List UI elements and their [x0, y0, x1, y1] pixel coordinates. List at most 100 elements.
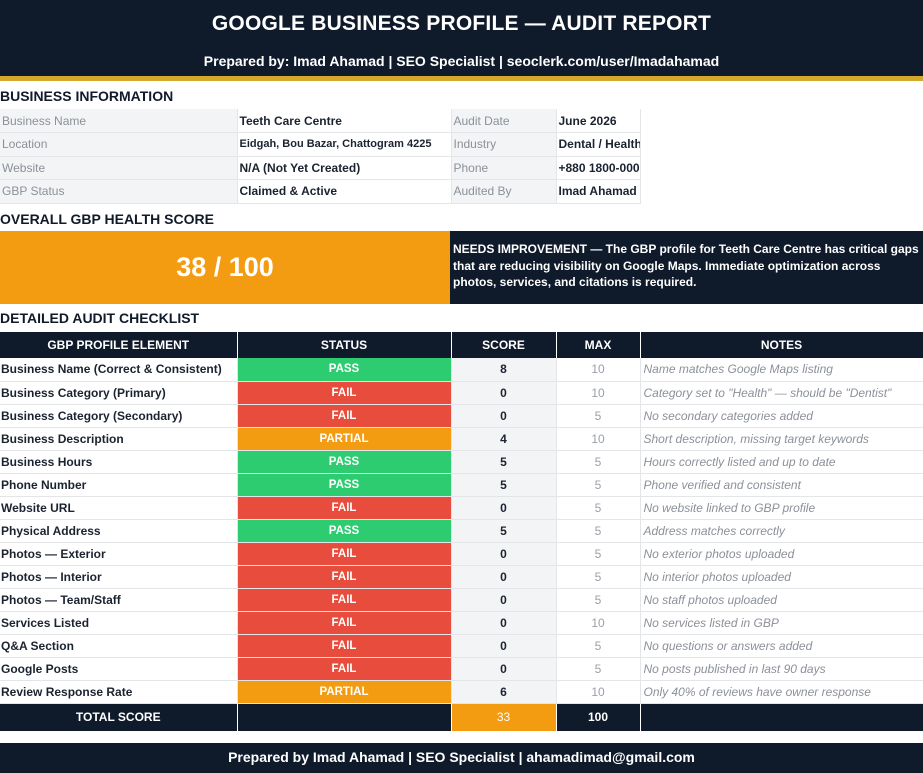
notes-cell: No posts published in last 90 days — [640, 657, 923, 681]
checklist-row: Photos — Interior FAIL 0 5 No interior photo… — [0, 565, 923, 589]
element-name: Google Posts — [0, 657, 238, 681]
max-cell: 10 — [556, 358, 641, 382]
notes-cell: Name matches Google Maps listing — [640, 358, 923, 382]
max-cell: 10 — [556, 381, 641, 405]
status-badge: FAIL — [237, 565, 452, 589]
checklist-header-row: GBP PROFILE ELEMENT STATUS SCORE MAX NOT… — [0, 332, 923, 358]
business-info-table: Business Name Teeth Care Centre Audit Date… — [0, 109, 641, 204]
business-info-row: GBP Status Claimed & Active Audited By Imad… — [0, 179, 641, 204]
info-value: June 2026 — [556, 109, 641, 133]
score-cell: 0 — [451, 381, 557, 405]
report-subtitle: Prepared by: Imad Ahamad | SEO Specialis… — [203, 53, 720, 69]
notes-cell: No website linked to GBP profile — [640, 496, 923, 520]
info-value: Dental / Healthcare — [556, 132, 641, 157]
total-score-row: TOTAL SCORE 33 100 — [0, 703, 923, 731]
notes-cell: Address matches correctly — [640, 519, 923, 543]
checklist-row: Physical Address PASS 5 5 Address matches co… — [0, 519, 923, 543]
report-header: GOOGLE BUSINESS PROFILE — AUDIT REPORT P… — [0, 0, 923, 76]
max-cell: 10 — [556, 427, 641, 451]
status-badge: PASS — [237, 519, 452, 543]
header-divider — [0, 76, 923, 81]
status-badge: PASS — [237, 473, 452, 497]
info-label: Website — [0, 156, 238, 180]
info-value: Imad Ahamad — [556, 179, 641, 204]
status-badge: FAIL — [237, 611, 452, 635]
info-label: Audited By — [451, 179, 557, 204]
info-value: +880 1800-000000 — [556, 156, 641, 180]
notes-cell: Category set to "Health" — should be "De… — [640, 381, 923, 405]
notes-cell: No exterior photos uploaded — [640, 542, 923, 566]
status-badge: PARTIAL — [237, 427, 452, 451]
score-cell: 8 — [451, 358, 557, 382]
max-cell: 5 — [556, 634, 641, 658]
score-cell: 5 — [451, 473, 557, 497]
audit-checklist-table: GBP PROFILE ELEMENT STATUS SCORE MAX NOT… — [0, 332, 923, 731]
column-header-score: SCORE — [451, 332, 557, 358]
max-cell: 5 — [556, 565, 641, 589]
status-badge: PARTIAL — [237, 680, 452, 704]
info-label: Business Name — [0, 109, 238, 133]
element-name: Physical Address — [0, 519, 238, 543]
element-name: Business Category (Secondary) — [0, 404, 238, 428]
element-name: Review Response Rate — [0, 680, 238, 704]
info-label: GBP Status — [0, 179, 238, 204]
info-label: Industry — [451, 132, 557, 157]
health-score-value: 38 / 100 — [0, 231, 450, 304]
info-value: Claimed & Active — [237, 179, 452, 204]
report-title: GOOGLE BUSINESS PROFILE — AUDIT REPORT — [211, 12, 712, 35]
element-name: Website URL — [0, 496, 238, 520]
column-header-element: GBP PROFILE ELEMENT — [0, 332, 238, 358]
score-cell: 0 — [451, 657, 557, 681]
checklist-row: Website URL FAIL 0 5 No website linked to GB… — [0, 496, 923, 520]
max-cell: 5 — [556, 450, 641, 474]
checklist-row: Photos — Team/Staff FAIL 0 5 No staff photos… — [0, 588, 923, 612]
info-value: N/A (Not Yet Created) — [237, 156, 452, 180]
element-name: Business Name (Correct & Consistent) — [0, 358, 238, 382]
element-name: Business Description — [0, 427, 238, 451]
max-cell: 10 — [556, 680, 641, 704]
total-score-value: 33 — [451, 703, 557, 731]
score-cell: 0 — [451, 588, 557, 612]
element-name: Business Hours — [0, 450, 238, 474]
element-name: Q&A Section — [0, 634, 238, 658]
status-badge: FAIL — [237, 496, 452, 520]
element-name: Photos — Interior — [0, 565, 238, 589]
status-badge: FAIL — [237, 657, 452, 681]
checklist-row: Services Listed FAIL 0 10 No services listed… — [0, 611, 923, 635]
score-cell: 0 — [451, 542, 557, 566]
max-cell: 5 — [556, 657, 641, 681]
checklist-row: Business Category (Primary) FAIL 0 10 Catego… — [0, 381, 923, 405]
checklist-row: Phone Number PASS 5 5 Phone verified and con… — [0, 473, 923, 497]
element-name: Phone Number — [0, 473, 238, 497]
max-cell: 5 — [556, 542, 641, 566]
notes-cell: No interior photos uploaded — [640, 565, 923, 589]
notes-cell: No services listed in GBP — [640, 611, 923, 635]
checklist-row: Business Name (Correct & Consistent) PASS… — [0, 358, 923, 382]
business-info-row: Location Eidgah, Bou Bazar, Chattogram 42… — [0, 132, 641, 157]
checklist-title: DETAILED AUDIT CHECKLIST — [0, 310, 200, 326]
status-badge: FAIL — [237, 542, 452, 566]
status-badge: FAIL — [237, 588, 452, 612]
info-label: Phone — [451, 156, 557, 180]
notes-cell: Short description, missing target keywor… — [640, 427, 923, 451]
score-cell: 4 — [451, 427, 557, 451]
max-cell: 10 — [556, 611, 641, 635]
column-header-status: STATUS — [237, 332, 452, 358]
business-info-title: BUSINESS INFORMATION — [0, 88, 174, 104]
info-value: Eidgah, Bou Bazar, Chattogram 4225 — [237, 132, 452, 157]
notes-cell: No questions or answers added — [640, 634, 923, 658]
checklist-row: Review Response Rate PARTIAL 6 10 Only 40% o… — [0, 680, 923, 704]
status-badge: PASS — [237, 450, 452, 474]
max-cell: 5 — [556, 588, 641, 612]
checklist-row: Business Description PARTIAL 4 10 Short desc… — [0, 427, 923, 451]
checklist-row: Photos — Exterior FAIL 0 5 No exterior photo… — [0, 542, 923, 566]
score-cell: 5 — [451, 519, 557, 543]
status-badge: FAIL — [237, 634, 452, 658]
checklist-row: Q&A Section FAIL 0 5 No questions or answers… — [0, 634, 923, 658]
status-badge: FAIL — [237, 381, 452, 405]
max-cell: 5 — [556, 473, 641, 497]
max-cell: 5 — [556, 519, 641, 543]
health-score-title: OVERALL GBP HEALTH SCORE — [0, 211, 214, 227]
status-badge: PASS — [237, 358, 452, 382]
score-cell: 0 — [451, 565, 557, 589]
